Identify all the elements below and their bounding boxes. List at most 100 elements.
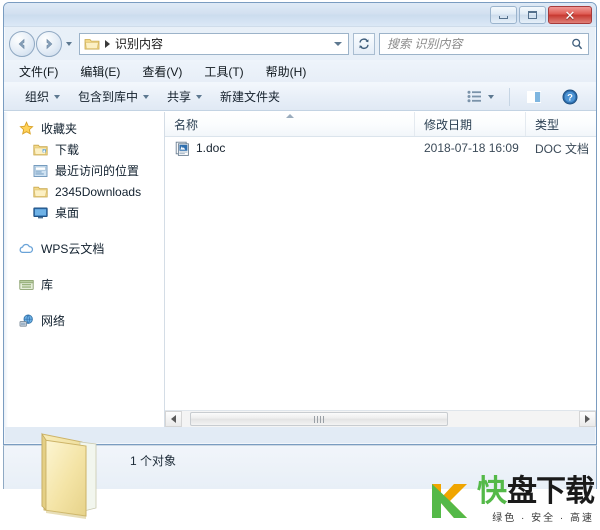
nav-group-wps-cloud: WPS云文档	[4, 238, 164, 259]
scroll-right-button[interactable]	[579, 411, 596, 427]
watermark-word-black: 盘下载	[507, 474, 595, 509]
menu-item-tools[interactable]: 工具(T)	[201, 61, 246, 82]
search-icon[interactable]	[570, 37, 584, 51]
navigation-buttons	[9, 30, 75, 57]
column-header-date-modified[interactable]: 修改日期	[415, 112, 526, 136]
search-input[interactable]: 搜索 识别内容	[387, 35, 566, 52]
column-header-type[interactable]: 类型	[526, 112, 596, 136]
explorer-window: ✕ 识别内容 搜索 识别内容 文件(F) 编辑(E) 查看(V) 工具(T) 帮…	[3, 2, 597, 445]
address-bar[interactable]: 识别内容	[79, 32, 349, 55]
star-icon	[18, 121, 34, 137]
watermark-words: 快 盘下载	[477, 474, 595, 509]
help-button[interactable]: ?	[552, 84, 588, 110]
cell-date-modified: 2018-07-18 16:09	[424, 141, 519, 155]
chevron-down-icon	[66, 41, 72, 46]
menu-bar: 文件(F) 编辑(E) 查看(V) 工具(T) 帮助(H)	[4, 60, 596, 82]
recent-locations-button[interactable]	[63, 33, 75, 55]
organize-label: 组织	[25, 90, 50, 104]
scrollbar-thumb[interactable]	[190, 412, 448, 426]
column-header-row: 名称 修改日期 类型	[165, 112, 596, 137]
sidebar-item-2345downloads[interactable]: 2345Downloads	[4, 181, 164, 202]
column-label-date-modified: 修改日期	[424, 117, 473, 132]
table-row[interactable]: 1.doc 2018-07-18 16:09 DOC 文档	[165, 137, 596, 159]
library-icon	[18, 277, 34, 293]
include-in-library-label: 包含到库中	[78, 90, 139, 104]
doc-file-icon	[174, 140, 190, 156]
sidebar-item-recent-places[interactable]: 最近访问的位置	[4, 160, 164, 181]
forward-arrow-icon	[46, 38, 53, 49]
sidebar-item-desktop[interactable]: 桌面	[4, 202, 164, 223]
maximize-button[interactable]	[519, 6, 546, 24]
file-name: 1.doc	[196, 141, 226, 155]
scroll-left-button[interactable]	[165, 411, 182, 427]
chevron-down-icon	[488, 94, 494, 99]
toolbar-separator	[509, 87, 510, 106]
watermark-word-green: 快	[477, 474, 507, 509]
sidebar-label-wps-cloud: WPS云文档	[41, 242, 105, 256]
new-folder-label: 新建文件夹	[220, 90, 281, 104]
preview-pane-button[interactable]	[516, 84, 552, 110]
triangle-right-icon	[585, 415, 590, 423]
window-body: 收藏夹 下载 最近访问的位置 2345Downloads 桌面 WPS云文档 库…	[4, 111, 596, 427]
chevron-down-icon	[143, 94, 150, 99]
watermark-tagline: 绿色 · 安全 · 高速	[492, 513, 594, 524]
column-label-name: 名称	[174, 117, 199, 132]
back-button[interactable]	[9, 30, 35, 57]
change-view-button[interactable]	[456, 84, 503, 110]
minimize-icon	[499, 16, 508, 19]
include-in-library-button[interactable]: 包含到库中	[69, 84, 158, 109]
desktop-icon	[32, 205, 48, 221]
new-folder-button[interactable]: 新建文件夹	[211, 84, 289, 109]
nav-group-libraries: 库	[4, 274, 164, 295]
sidebar-item-libraries[interactable]: 库	[4, 274, 164, 295]
sidebar-item-downloads[interactable]: 下载	[4, 139, 164, 160]
menu-item-file[interactable]: 文件(F)	[16, 61, 61, 82]
view-list-icon	[465, 88, 483, 106]
window-controls: ✕	[490, 6, 592, 24]
column-label-type: 类型	[535, 117, 560, 132]
nav-gap	[4, 261, 164, 274]
sidebar-label-network: 网络	[41, 314, 66, 328]
folder-icon	[32, 184, 48, 200]
file-rows: 1.doc 2018-07-18 16:09 DOC 文档	[165, 137, 596, 410]
sidebar-item-network[interactable]: 网络	[4, 310, 164, 331]
sidebar-item-favorites[interactable]: 收藏夹	[4, 118, 164, 139]
sidebar-label-2345downloads: 2345Downloads	[55, 184, 142, 199]
recent-places-icon	[32, 163, 48, 179]
nav-group-favorites: 收藏夹 下载 最近访问的位置 2345Downloads 桌面	[4, 118, 164, 223]
sort-ascending-icon	[285, 114, 294, 118]
cloud-icon	[18, 241, 34, 257]
back-arrow-icon	[18, 38, 25, 49]
forward-button[interactable]	[36, 30, 62, 57]
desktop-background: ✕ 识别内容 搜索 识别内容 文件(F) 编辑(E) 查看(V) 工具(T) 帮…	[0, 0, 600, 530]
menu-item-help[interactable]: 帮助(H)	[263, 61, 310, 82]
organize-button[interactable]: 组织	[16, 84, 69, 109]
close-button[interactable]: ✕	[548, 6, 592, 24]
search-box[interactable]: 搜索 识别内容	[379, 32, 589, 55]
nav-gap	[4, 225, 164, 238]
preview-pane-icon	[525, 88, 543, 106]
help-icon: ?	[561, 88, 579, 106]
open-folder-icon	[41, 432, 97, 519]
breadcrumb-item-current[interactable]: 识别内容	[115, 35, 163, 52]
column-header-name[interactable]: 名称	[165, 112, 415, 136]
horizontal-scrollbar[interactable]	[165, 410, 596, 427]
downloads-folder-icon	[32, 142, 48, 158]
nav-group-network: 网络	[4, 310, 164, 331]
chevron-down-icon	[334, 41, 342, 46]
share-button[interactable]: 共享	[158, 84, 211, 109]
refresh-button[interactable]	[353, 32, 375, 55]
minimize-button[interactable]	[490, 6, 517, 24]
scrollbar-track[interactable]	[182, 411, 579, 427]
address-dropdown-button[interactable]	[330, 34, 346, 54]
folder-icon	[84, 38, 100, 49]
breadcrumb-separator-icon	[105, 39, 110, 48]
sidebar-label-recent-places: 最近访问的位置	[55, 164, 140, 178]
refresh-icon	[359, 37, 369, 49]
command-toolbar: 组织 包含到库中 共享 新建文件夹 ?	[4, 82, 596, 111]
sidebar-item-wps-cloud[interactable]: WPS云文档	[4, 238, 164, 259]
menu-item-view[interactable]: 查看(V)	[139, 61, 185, 82]
cell-type: DOC 文档	[535, 141, 590, 156]
network-icon	[18, 313, 34, 329]
menu-item-edit[interactable]: 编辑(E)	[77, 61, 123, 82]
